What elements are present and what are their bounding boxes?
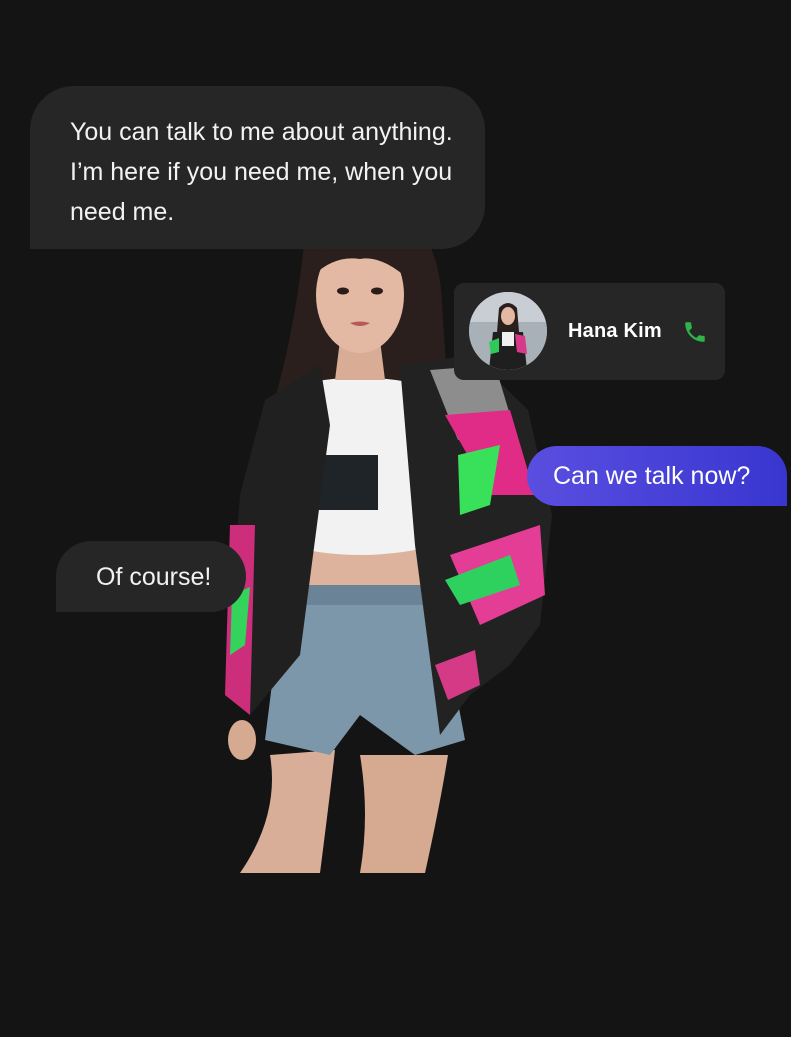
chat-showcase: You can talk to me about anything. I’m h… (0, 0, 791, 1037)
contact-name: Hana Kim (568, 320, 662, 342)
phone-icon[interactable] (682, 319, 708, 345)
incoming-message-bubble: You can talk to me about anything. I’m h… (30, 86, 485, 249)
reply-message-bubble: Of course! (56, 541, 246, 612)
avatar (469, 292, 547, 370)
message-text: Of course! (96, 563, 212, 591)
avatar-image (469, 292, 547, 370)
contact-card[interactable]: Hana Kim (454, 283, 725, 380)
message-text: Can we talk now? (553, 462, 751, 490)
outgoing-message-bubble: Can we talk now? (527, 446, 787, 506)
message-text: You can talk to me about anything. I’m h… (70, 118, 453, 226)
